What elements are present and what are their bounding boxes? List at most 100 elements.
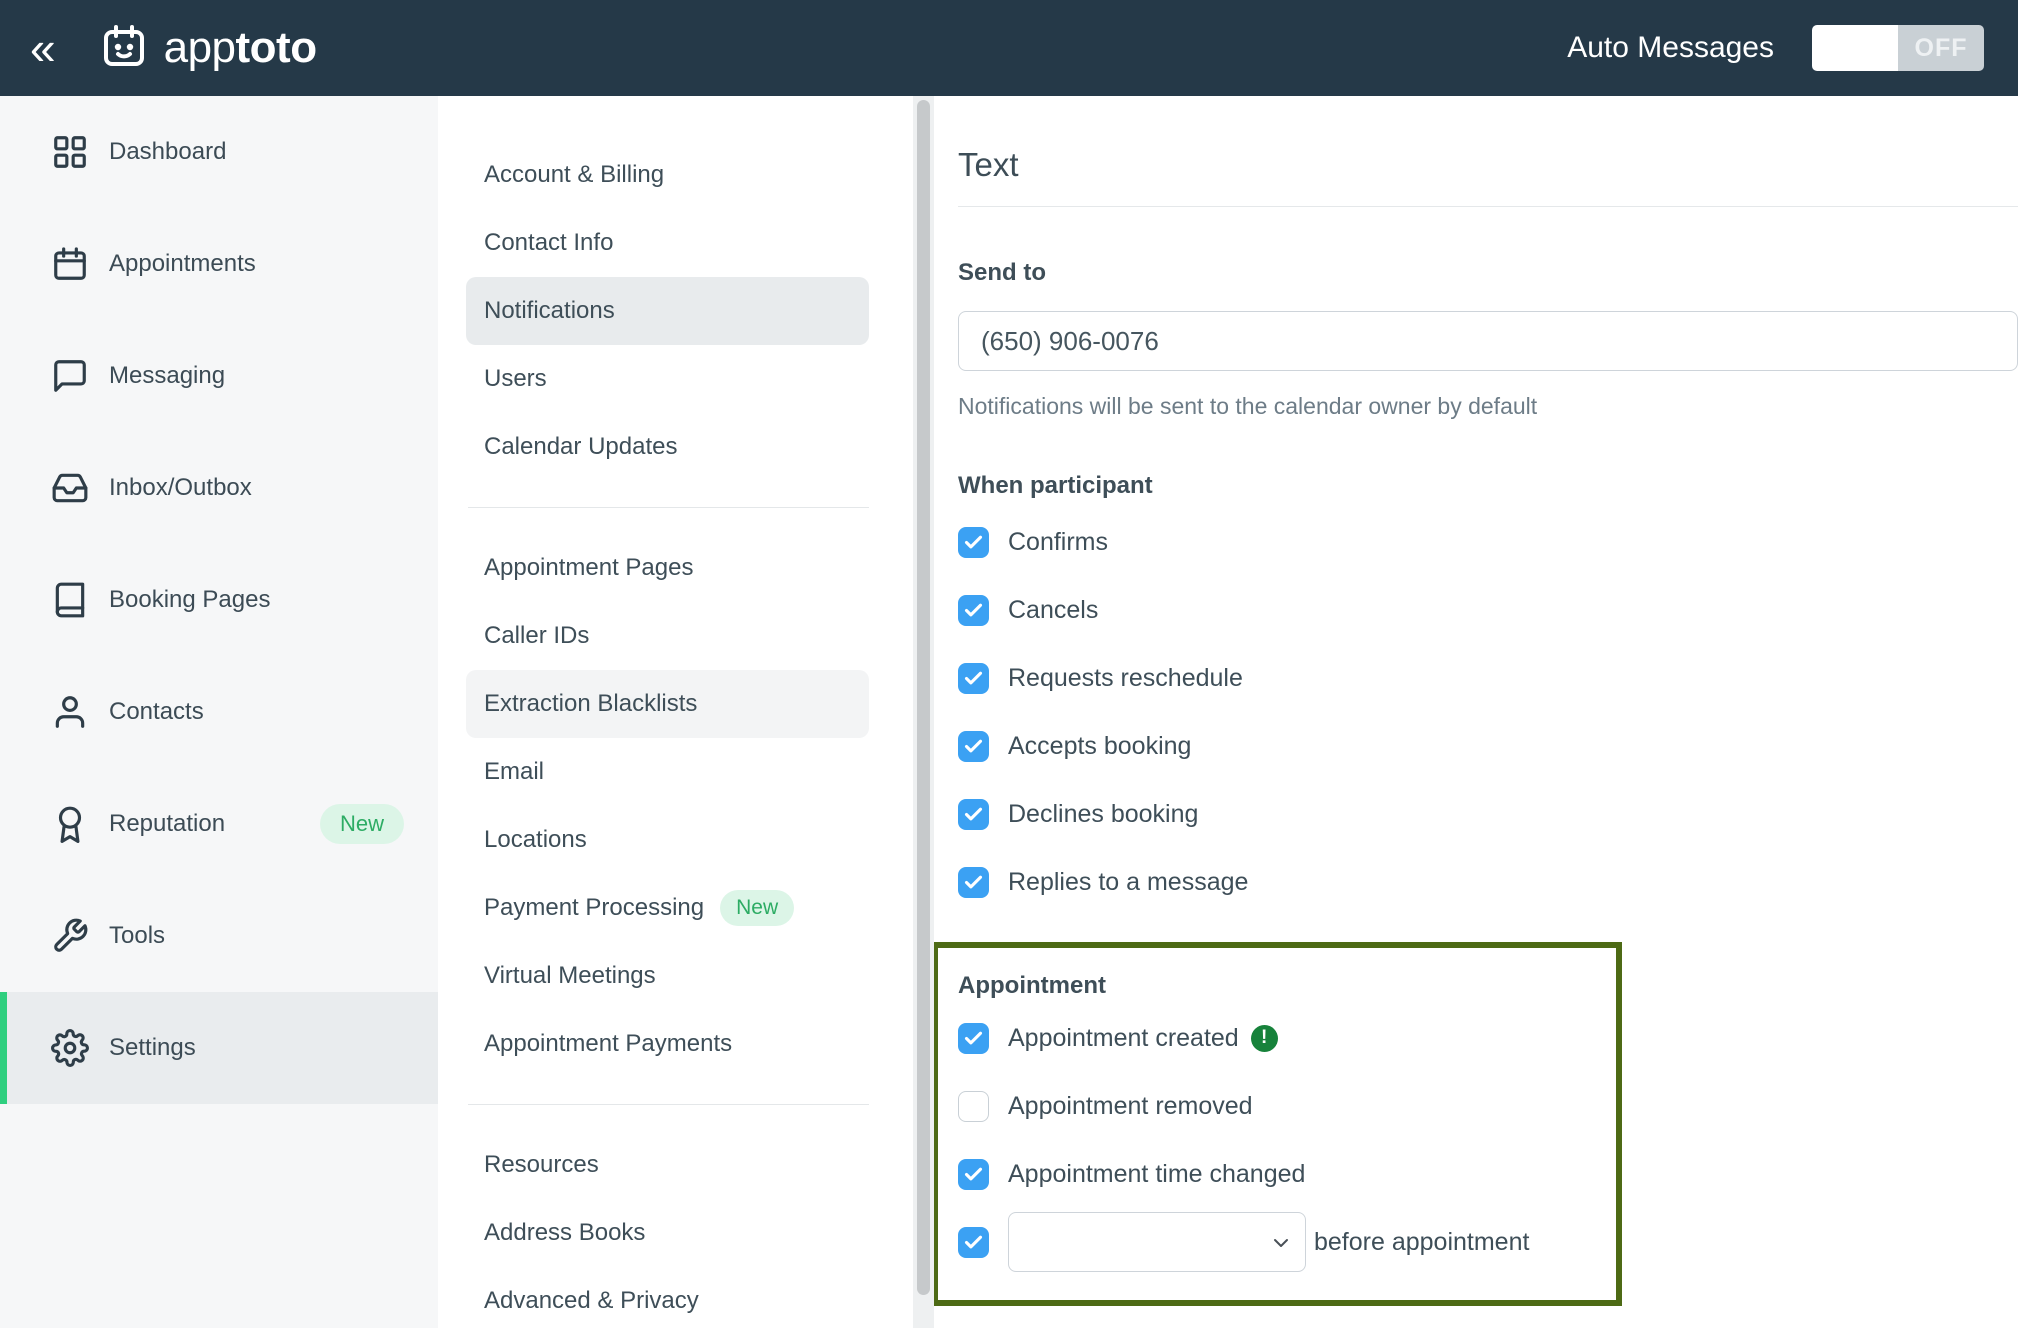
appointment-time-changed-checkbox[interactable] xyxy=(958,1159,989,1190)
confirms-checkbox[interactable] xyxy=(958,527,989,558)
checkbox-row-replies-to-message: Replies to a message xyxy=(958,848,2018,916)
toggle-knob[interactable] xyxy=(1812,25,1898,71)
when-participant-label: When participant xyxy=(958,472,2018,500)
sidebar-item-reputation[interactable]: Reputation New xyxy=(0,768,438,880)
sidebar-item-label: Reputation xyxy=(109,810,225,838)
checkbox-row-accepts-booking: Accepts booking xyxy=(958,712,2018,780)
sidebar-item-settings[interactable]: Settings xyxy=(0,992,438,1104)
settings-menu-item-label: Calendar Updates xyxy=(484,433,677,461)
person-icon xyxy=(51,693,89,731)
before-appointment-suffix: before appointment xyxy=(1314,1228,1529,1257)
auto-messages-toggle[interactable]: OFF xyxy=(1812,25,1984,71)
checkbox-label: Cancels xyxy=(1008,596,1098,625)
checkbox-label: Declines booking xyxy=(1008,800,1198,829)
settings-menu-item-resources[interactable]: Resources xyxy=(466,1131,869,1199)
wrench-icon xyxy=(51,917,89,955)
settings-menu-item-label: Address Books xyxy=(484,1219,645,1247)
settings-menu-item-label: Appointment Payments xyxy=(484,1030,732,1058)
sidebar-item-contacts[interactable]: Contacts xyxy=(0,656,438,768)
settings-menu-item-notifications[interactable]: Notifications xyxy=(466,277,869,345)
vertical-scrollbar[interactable] xyxy=(913,96,934,1328)
scrollbar-thumb[interactable] xyxy=(917,100,930,1295)
sidebar-item-label: Contacts xyxy=(109,698,204,726)
checkbox-row-appointment-created: Appointment created ! xyxy=(958,1004,1596,1072)
notifications-text-panel: Text Send to Notifications will be sent … xyxy=(934,96,2018,1328)
requests-reschedule-checkbox[interactable] xyxy=(958,663,989,694)
sidebar-item-label: Dashboard xyxy=(109,138,226,166)
settings-menu-item-appointment-payments[interactable]: Appointment Payments xyxy=(466,1010,869,1078)
checkbox-row-appointment-removed: Appointment removed xyxy=(958,1072,1596,1140)
settings-menu-item-label: Account & Billing xyxy=(484,161,664,189)
settings-menu-item-label: Caller IDs xyxy=(484,622,589,650)
gear-icon xyxy=(51,1029,89,1067)
before-appointment-checkbox[interactable] xyxy=(958,1227,989,1258)
settings-menu-item-advanced-privacy[interactable]: Advanced & Privacy xyxy=(466,1267,869,1328)
calendar-icon xyxy=(51,245,89,283)
sidebar-item-appointments[interactable]: Appointments xyxy=(0,208,438,320)
settings-menu-item-contact-info[interactable]: Contact Info xyxy=(466,209,869,277)
page-title: Text xyxy=(958,146,2018,184)
settings-menu-item-address-books[interactable]: Address Books xyxy=(466,1199,869,1267)
settings-menu-item-email[interactable]: Email xyxy=(466,738,869,806)
chevron-down-icon xyxy=(1269,1231,1293,1255)
checkbox-label: Appointment time changed xyxy=(1008,1160,1305,1189)
replies-to-message-checkbox[interactable] xyxy=(958,867,989,898)
appointment-created-checkbox[interactable] xyxy=(958,1023,989,1054)
calendar-logo-icon xyxy=(98,22,150,75)
settings-menu-item-locations[interactable]: Locations xyxy=(466,806,869,874)
before-time-select[interactable] xyxy=(1008,1212,1306,1272)
appointment-label: Appointment xyxy=(958,972,1596,1000)
sidebar-item-label: Messaging xyxy=(109,362,225,390)
sidebar-item-inbox-outbox[interactable]: Inbox/Outbox xyxy=(0,432,438,544)
grid-icon xyxy=(51,133,89,171)
settings-menu-item-label: Locations xyxy=(484,826,587,854)
settings-menu-item-users[interactable]: Users xyxy=(466,345,869,413)
settings-menu-item-caller-ids[interactable]: Caller IDs xyxy=(466,602,869,670)
settings-menu-item-label: Users xyxy=(484,365,547,393)
settings-menu-item-calendar-updates[interactable]: Calendar Updates xyxy=(466,413,869,481)
send-to-help-text: Notifications will be sent to the calend… xyxy=(958,393,2018,420)
checkbox-row-declines-booking: Declines booking xyxy=(958,780,2018,848)
sidebar-item-label: Tools xyxy=(109,922,165,950)
toggle-state-label: OFF xyxy=(1898,25,1984,71)
before-appointment-row: before appointment xyxy=(958,1208,1596,1276)
settings-menu-item-label: Extraction Blacklists xyxy=(484,690,697,718)
checkbox-row-requests-reschedule: Requests reschedule xyxy=(958,644,2018,712)
send-to-input[interactable] xyxy=(958,311,2018,371)
sidebar-item-tools[interactable]: Tools xyxy=(0,880,438,992)
sidebar-item-label: Settings xyxy=(109,1034,196,1062)
send-to-label: Send to xyxy=(958,259,2018,287)
checkbox-row-cancels: Cancels xyxy=(958,576,2018,644)
settings-menu-item-virtual-meetings[interactable]: Virtual Meetings xyxy=(466,942,869,1010)
settings-menu-item-label: Payment Processing xyxy=(484,894,704,922)
settings-menu-item-account-billing[interactable]: Account & Billing xyxy=(466,141,869,209)
accepts-booking-checkbox[interactable] xyxy=(958,731,989,762)
settings-menu-item-appointment-pages[interactable]: Appointment Pages xyxy=(466,534,869,602)
settings-menu-item-label: Advanced & Privacy xyxy=(484,1287,699,1315)
checkbox-label: Replies to a message xyxy=(1008,868,1248,897)
appointment-removed-checkbox[interactable] xyxy=(958,1091,989,1122)
settings-menu-item-payment-processing[interactable]: Payment Processing New xyxy=(466,874,869,942)
checkbox-label: Confirms xyxy=(1008,528,1108,557)
checkbox-label: Accepts booking xyxy=(1008,732,1191,761)
sidebar-item-dashboard[interactable]: Dashboard xyxy=(0,96,438,208)
settings-menu-item-label: Contact Info xyxy=(484,229,613,257)
sidebar-item-booking-pages[interactable]: Booking Pages xyxy=(0,544,438,656)
submenu-divider xyxy=(468,1104,869,1105)
sidebar-item-label: Appointments xyxy=(109,250,256,278)
checkbox-label: Appointment created xyxy=(1008,1024,1239,1053)
settings-menu-item-label: Notifications xyxy=(484,297,615,325)
sidebar-item-messaging[interactable]: Messaging xyxy=(0,320,438,432)
settings-submenu: Account & Billing Contact Info Notificat… xyxy=(438,96,913,1328)
exclamation-circle-icon: ! xyxy=(1251,1025,1278,1052)
declines-booking-checkbox[interactable] xyxy=(958,799,989,830)
new-badge: New xyxy=(720,890,794,926)
settings-menu-item-extraction-blacklists[interactable]: Extraction Blacklists xyxy=(466,670,869,738)
settings-menu-item-label: Resources xyxy=(484,1151,599,1179)
cancels-checkbox[interactable] xyxy=(958,595,989,626)
settings-menu-item-label: Email xyxy=(484,758,544,786)
collapse-sidebar-icon[interactable]: « xyxy=(30,25,56,71)
settings-menu-item-label: Appointment Pages xyxy=(484,554,693,582)
apptoto-logo[interactable]: apptoto xyxy=(98,22,317,75)
book-icon xyxy=(51,581,89,619)
